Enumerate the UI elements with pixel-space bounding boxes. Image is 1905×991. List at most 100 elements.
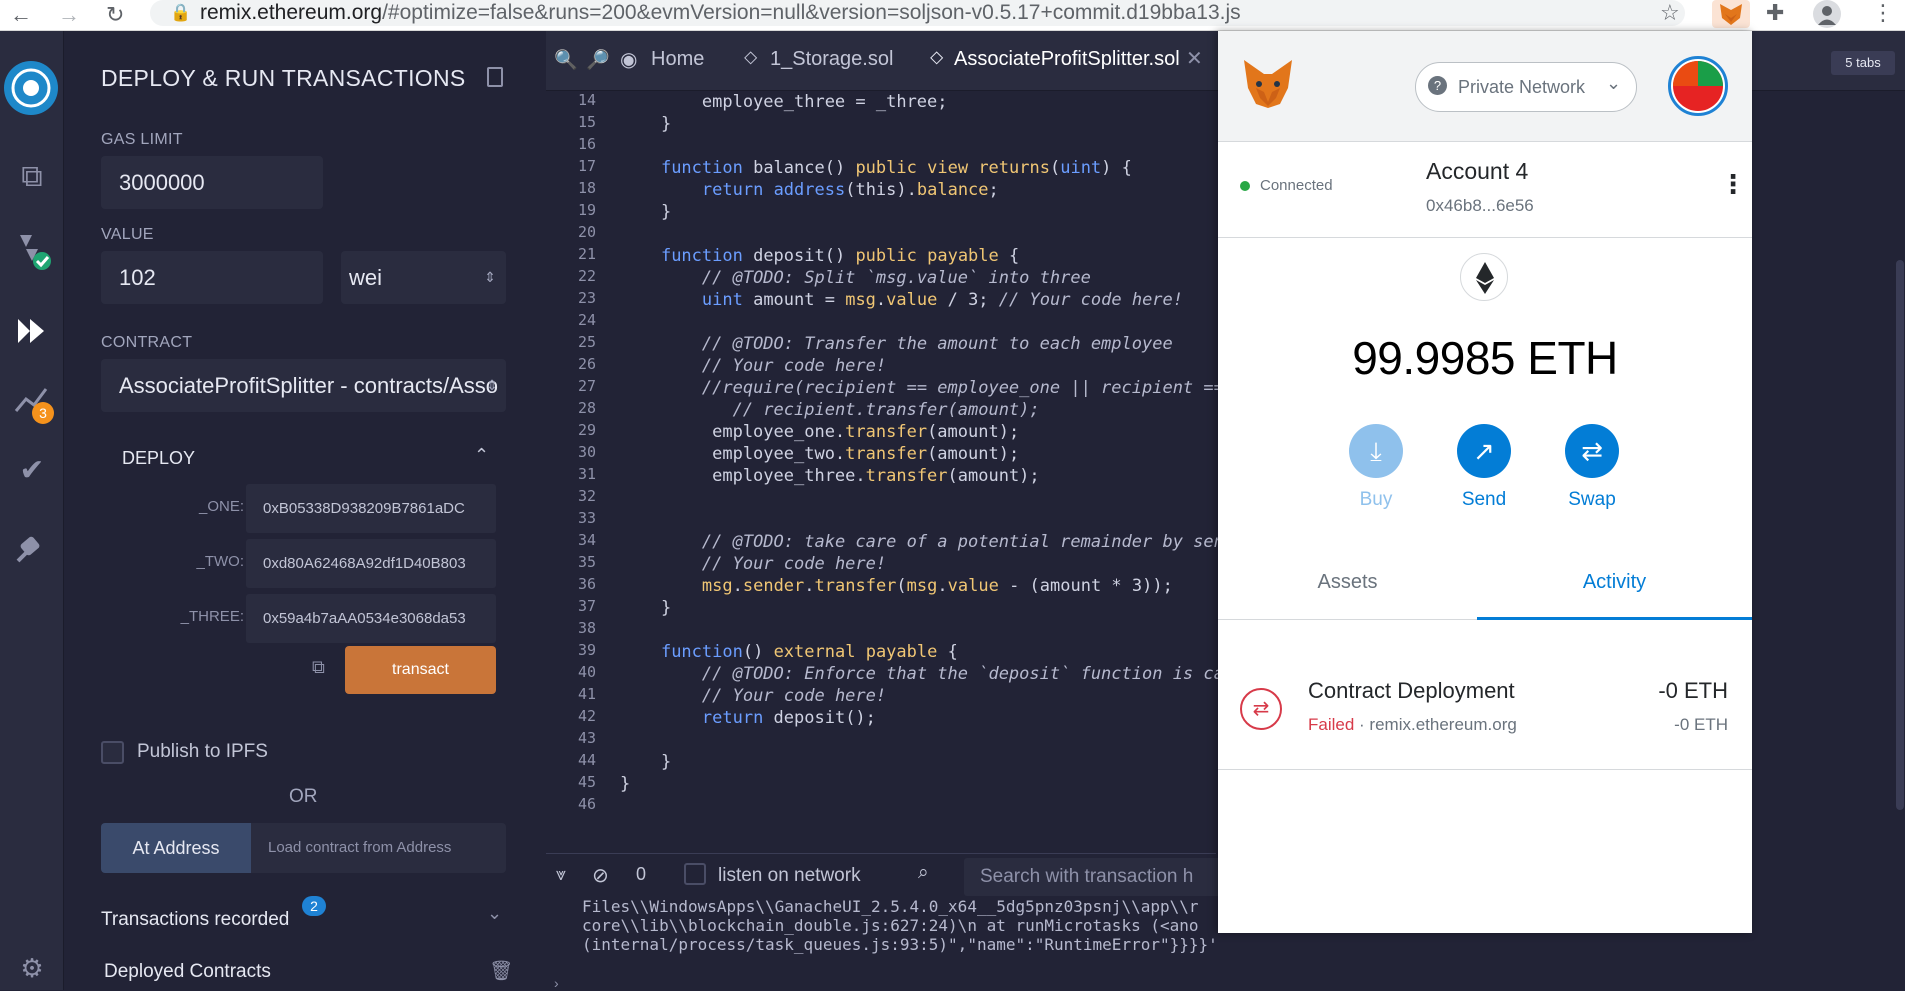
code-line[interactable] <box>620 619 1220 641</box>
contract-select[interactable]: AssociateProfitSplitter - contracts/Asso… <box>101 359 506 412</box>
collapse-terminal-icon[interactable]: ⩔ <box>556 864 566 885</box>
terminal-search-input[interactable]: Search with transaction h <box>964 858 1224 896</box>
network-name: Private Network <box>1458 77 1586 97</box>
code-line[interactable]: } <box>620 597 1220 619</box>
reload-icon[interactable]: ↻ <box>106 2 124 28</box>
plugin-plug-icon[interactable] <box>12 527 52 567</box>
remix-home-icon: ◉ <box>620 49 638 71</box>
arg-three-input[interactable]: 0x59a4b7aAA0534e3068da53 <box>246 594 496 643</box>
load-contract-address-input[interactable]: Load contract from Address <box>251 823 506 873</box>
forward-icon[interactable]: → <box>58 2 80 28</box>
code-line[interactable] <box>620 729 1220 751</box>
back-icon[interactable]: ← <box>10 2 32 28</box>
tabs-count-button[interactable]: 5 tabs <box>1831 51 1895 75</box>
code-line[interactable]: //require(recipient == employee_one || r… <box>620 377 1224 399</box>
arg-two-input[interactable]: 0xd80A62468A92df1D40B803 <box>246 539 496 588</box>
editor-scrollbar[interactable] <box>1896 260 1904 810</box>
code-line[interactable]: employee_three.transfer(amount); <box>620 465 1220 487</box>
code-line[interactable]: uint amount = msg.value / 3; // Your cod… <box>620 289 1220 311</box>
solidity-file-icon: ⬦ <box>744 47 758 68</box>
extensions-puzzle-icon[interactable]: ✚ <box>1766 0 1784 26</box>
code-line[interactable]: // @TODO: Enforce that the `deposit` fun… <box>620 663 1234 685</box>
line-number: 16 <box>577 135 596 153</box>
tab-activity[interactable]: Activity <box>1477 571 1752 594</box>
testing-check-icon[interactable]: ✔ <box>12 451 52 491</box>
deployed-contracts-label: Deployed Contracts <box>104 961 271 982</box>
chevron-up-icon[interactable]: ⌃ <box>474 445 489 466</box>
listen-network-checkbox[interactable] <box>684 863 706 885</box>
code-line[interactable] <box>620 509 1220 531</box>
code-line[interactable] <box>620 311 1220 333</box>
code-line[interactable]: employee_three = _three; <box>620 91 1220 113</box>
settings-gear-icon[interactable]: ⚙ <box>12 948 52 988</box>
line-number: 24 <box>577 311 596 329</box>
kebab-menu-icon[interactable]: ⋮ <box>1872 0 1894 26</box>
chevron-down-icon[interactable]: ⌄ <box>487 903 502 924</box>
code-line[interactable]: } <box>620 113 1220 135</box>
activity-list-item[interactable]: ⇄ Contract Deployment Failed · remix.eth… <box>1218 653 1752 763</box>
code-line[interactable]: function() external payable { <box>620 641 1220 663</box>
bookmark-star-icon[interactable]: ☆ <box>1660 0 1680 26</box>
metamask-extension-icon[interactable] <box>1712 0 1750 28</box>
code-line[interactable]: return address(this).balance; <box>620 179 1220 201</box>
tx-amount-secondary: -0 ETH <box>1674 715 1728 734</box>
account-options-icon[interactable]: ⋮ <box>1720 169 1746 200</box>
code-line[interactable]: // @TODO: take care of a potential remai… <box>620 531 1234 553</box>
zoom-in-icon[interactable]: 🔎 <box>586 48 610 72</box>
clear-console-icon[interactable]: ⊘ <box>592 863 609 888</box>
publish-ipfs-checkbox[interactable] <box>101 741 124 764</box>
transactions-recorded-label[interactable]: Transactions recorded <box>101 909 289 931</box>
send-button[interactable]: ↗ <box>1457 424 1511 478</box>
deploy-run-icon[interactable] <box>12 311 52 351</box>
account-name[interactable]: Account 4 <box>1426 158 1528 185</box>
url-text[interactable]: remix.ethereum.org/#optimize=false&runs=… <box>200 0 1241 25</box>
buy-button[interactable]: ⤓ <box>1349 424 1403 478</box>
value-input[interactable]: 102 <box>101 251 323 304</box>
code-line[interactable]: function balance() public view returns(u… <box>620 157 1220 179</box>
network-selector[interactable]: ? Private Network ⌄ <box>1415 62 1637 112</box>
remix-logo-icon[interactable] <box>4 61 58 115</box>
at-address-button[interactable]: At Address <box>101 823 251 873</box>
docs-book-icon[interactable] <box>487 67 503 87</box>
tab-assets[interactable]: Assets <box>1218 571 1477 594</box>
connected-status-label[interactable]: Connected <box>1260 177 1333 194</box>
code-line[interactable]: // recipient.transfer(amount); <box>620 399 1220 421</box>
code-line[interactable]: // Your code here! <box>620 685 1220 707</box>
file-explorer-icon[interactable]: ⧉ <box>12 157 52 197</box>
gas-limit-input[interactable]: 3000000 <box>101 156 323 209</box>
solidity-compiler-icon[interactable] <box>12 231 52 271</box>
code-line[interactable]: } <box>620 773 1220 795</box>
tab-storage[interactable]: 1_Storage.sol <box>770 48 893 71</box>
code-line[interactable]: function deposit() public payable { <box>620 245 1220 267</box>
profile-avatar[interactable] <box>1813 0 1841 28</box>
terminal-log: Files\\WindowsApps\\GanacheUI_2.5.4.0_x6… <box>582 897 1222 954</box>
code-line[interactable]: // Your code here! <box>620 553 1220 575</box>
code-line[interactable]: employee_two.transfer(amount); <box>620 443 1220 465</box>
transact-button[interactable]: transact <box>345 646 496 694</box>
code-line[interactable]: } <box>620 201 1220 223</box>
swap-button[interactable]: ⇄ <box>1565 424 1619 478</box>
zoom-out-icon[interactable]: 🔍 <box>554 48 578 72</box>
code-line[interactable]: msg.sender.transfer(msg.value - (amount … <box>620 575 1220 597</box>
close-tab-icon[interactable]: ✕ <box>1186 46 1203 71</box>
code-line[interactable] <box>620 487 1220 509</box>
account-identicon[interactable] <box>1668 56 1728 116</box>
code-line[interactable] <box>620 223 1220 245</box>
code-editor[interactable]: employee_three = _three; } function bala… <box>620 91 1234 817</box>
tab-associate-profit-splitter[interactable]: AssociateProfitSplitter.sol <box>954 48 1180 71</box>
value-unit-select[interactable]: wei ⇕ <box>341 251 506 304</box>
trash-icon[interactable]: 🗑 <box>489 959 513 983</box>
code-line[interactable]: } <box>620 751 1220 773</box>
code-line[interactable]: // @TODO: Split `msg.value` into three <box>620 267 1220 289</box>
line-number: 38 <box>577 619 596 637</box>
tab-home[interactable]: Home <box>651 48 704 71</box>
code-line[interactable]: // Your code here! <box>620 355 1220 377</box>
code-line[interactable]: return deposit(); <box>620 707 1220 729</box>
code-line[interactable]: employee_one.transfer(amount); <box>620 421 1220 443</box>
arg-one-input[interactable]: 0xB05338D938209B7861aDC <box>246 484 496 533</box>
account-address[interactable]: 0x46b8...6e56 <box>1426 196 1534 216</box>
code-line[interactable] <box>620 135 1220 157</box>
code-line[interactable]: // @TODO: Transfer the amount to each em… <box>620 333 1220 355</box>
copy-calldata-icon[interactable]: ⧉ <box>312 657 325 678</box>
code-line[interactable] <box>620 795 1220 817</box>
